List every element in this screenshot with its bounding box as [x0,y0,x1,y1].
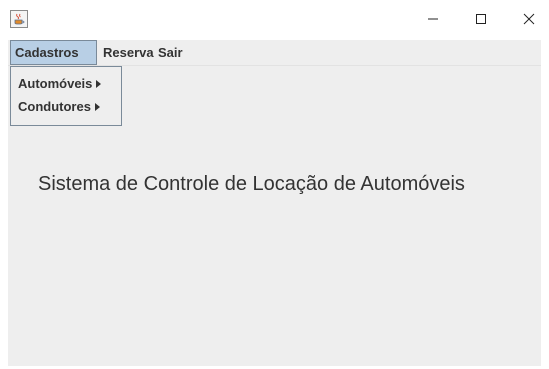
cadastros-dropdown-menu: Automóveis Condutores [10,66,122,126]
close-icon [523,13,535,25]
menu-reserva[interactable]: Reserva [99,40,158,65]
submenu-arrow-icon [94,102,100,111]
close-button[interactable] [506,0,549,38]
main-heading: Sistema de Controle de Locação de Automó… [38,173,465,195]
submenu-arrow-icon [96,79,102,88]
menu-item-condutores-label: Condutores [18,99,91,114]
content-panel: Cadastros Reserva Sair Automóveis Condut… [8,40,541,366]
menu-item-automoveis-label: Automóveis [18,76,93,91]
maximize-icon [476,14,486,24]
java-coffee-cup-icon[interactable] [10,10,28,28]
maximize-button[interactable] [458,0,504,38]
application-window: Cadastros Reserva Sair Automóveis Condut… [0,0,549,369]
title-bar[interactable] [0,0,549,40]
menu-item-condutores[interactable]: Condutores [11,96,121,118]
minimize-button[interactable] [410,0,456,38]
minimize-icon [428,18,438,20]
menu-cadastros[interactable]: Cadastros [10,40,97,65]
menu-item-automoveis[interactable]: Automóveis [11,73,121,95]
menu-sair[interactable]: Sair [154,40,187,65]
menu-bar: Cadastros Reserva Sair [8,40,541,66]
